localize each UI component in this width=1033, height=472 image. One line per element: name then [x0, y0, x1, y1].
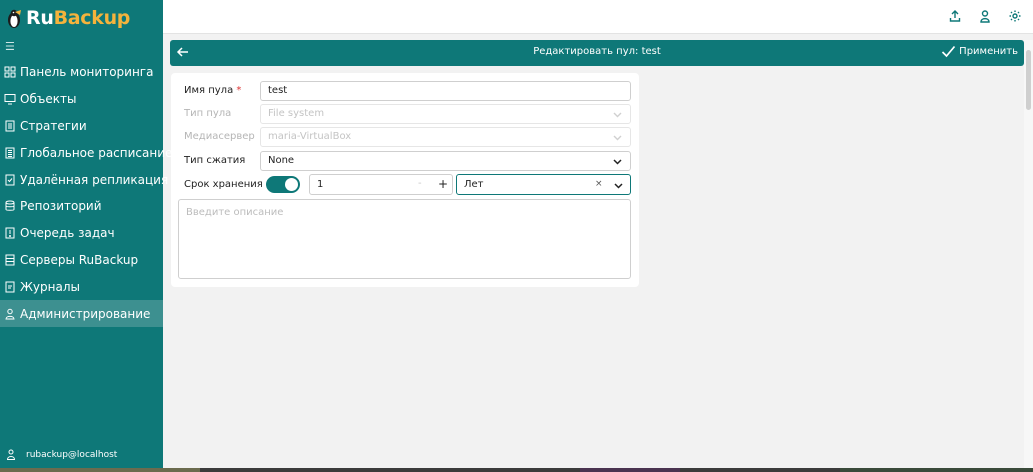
- sidebar-item-label: Администрирование: [20, 306, 151, 321]
- sidebar-item-repository[interactable]: Репозиторий: [0, 193, 163, 220]
- page-title: Редактировать пул: test: [533, 46, 661, 57]
- check-icon: [942, 45, 956, 58]
- toggle-knob: [285, 178, 298, 191]
- retention-toggle[interactable]: [266, 176, 300, 193]
- chevron-down-icon: [613, 112, 622, 118]
- sidebar-item-monitoring[interactable]: Панель мониторинга: [0, 59, 163, 86]
- media-server-select: maria-VirtualBox: [260, 127, 631, 147]
- sidebar-item-task-queue[interactable]: Очередь задач: [0, 220, 163, 247]
- top-header: [163, 0, 1033, 34]
- sidebar-item-label: Глобальное расписание: [20, 145, 173, 160]
- calendar-icon: [4, 147, 16, 159]
- sidebar-item-strategies[interactable]: Стратегии: [0, 113, 163, 140]
- sidebar-item-objects[interactable]: Объекты: [0, 86, 163, 113]
- scrollbar-thumb[interactable]: [1026, 50, 1031, 110]
- apply-label: Применить: [959, 46, 1018, 57]
- taskbar-segment: [840, 468, 1033, 472]
- pool-type-label: Тип пула: [184, 108, 232, 119]
- retention-stepper[interactable]: 1 - +: [309, 174, 453, 195]
- sidebar-item-label: Журналы: [20, 279, 80, 294]
- increment-button[interactable]: +: [438, 177, 448, 191]
- upload-icon[interactable]: [948, 9, 962, 23]
- monitor-icon: [4, 93, 16, 105]
- retention-unit-value: Лет: [464, 179, 484, 190]
- settings-icon[interactable]: [1008, 9, 1022, 23]
- page-scrollbar[interactable]: [1024, 40, 1033, 468]
- sidebar-item-label: Объекты: [20, 92, 77, 107]
- retention-unit-select[interactable]: Лет ×: [456, 174, 631, 195]
- document-icon: [4, 120, 16, 132]
- logo[interactable]: RuBackup: [5, 5, 130, 31]
- task-queue-icon: [4, 227, 16, 239]
- user-icon[interactable]: [978, 9, 992, 23]
- server-icon: [4, 254, 16, 266]
- apply-button[interactable]: Применить: [941, 45, 1018, 58]
- sidebar-nav: Панель мониторинга Объекты Стратегии Гло…: [0, 59, 172, 327]
- database-icon: [4, 200, 16, 212]
- dashboard-icon: [4, 66, 16, 78]
- taskbar-segment: [0, 468, 200, 472]
- sidebar-item-label: Очередь задач: [20, 226, 115, 241]
- current-user[interactable]: rubackup@localhost: [6, 449, 117, 460]
- pool-type-value: File system: [268, 108, 325, 119]
- sidebar-item-label: Стратегии: [20, 118, 87, 133]
- sidebar-item-global-schedule[interactable]: Глобальное расписание: [0, 139, 172, 166]
- chevron-down-icon: [613, 159, 622, 165]
- pool-type-select: File system: [260, 104, 631, 124]
- pool-name-label: Имя пула *: [184, 85, 242, 96]
- compression-select[interactable]: None: [260, 151, 631, 171]
- clear-icon[interactable]: ×: [595, 179, 603, 189]
- logo-text: RuBackup: [26, 7, 131, 29]
- sidebar-item-label: Серверы RuBackup: [20, 252, 139, 267]
- user-admin-icon: [4, 308, 16, 320]
- chevron-down-icon: [613, 135, 622, 141]
- taskbar-segment: [580, 468, 680, 472]
- logo-icon: [8, 9, 21, 28]
- collapse-menu-icon[interactable]: ☰: [5, 40, 15, 53]
- sidebar-item-label: Репозиторий: [20, 199, 102, 214]
- user-icon: [6, 449, 16, 460]
- log-icon: [4, 281, 16, 293]
- media-server-label: Медиасервер: [184, 131, 255, 142]
- retention-value: 1: [317, 179, 324, 190]
- sidebar-item-label: Панель мониторинга: [20, 65, 154, 80]
- pool-name-input[interactable]: test: [260, 81, 631, 101]
- sidebar-item-remote-replication[interactable]: Удалённая репликация: [0, 166, 168, 193]
- sidebar-item-label: Удалённая репликация: [20, 172, 169, 187]
- taskbar-strip: [0, 468, 1033, 472]
- compression-label: Тип сжатия: [184, 155, 246, 166]
- pool-edit-form: Имя пула * test Тип пула File system Мед…: [171, 73, 639, 287]
- sidebar-item-servers[interactable]: Серверы RuBackup: [0, 247, 163, 274]
- sidebar-item-administration[interactable]: Администрирование: [0, 300, 163, 327]
- page-header-bar: Редактировать пул: test Применить: [170, 40, 1024, 66]
- chevron-down-icon[interactable]: [614, 181, 623, 190]
- decrement-button[interactable]: -: [418, 178, 422, 189]
- media-server-value: maria-VirtualBox: [268, 131, 352, 142]
- sidebar: RuBackup ☰ Панель мониторинга Объекты Ст…: [0, 0, 172, 468]
- sidebar-item-logs[interactable]: Журналы: [0, 273, 163, 300]
- retention-label: Срок хранения: [184, 179, 263, 190]
- compression-value: None: [268, 155, 295, 166]
- current-user-label: rubackup@localhost: [26, 449, 118, 460]
- replication-icon: [4, 174, 16, 186]
- description-textarea[interactable]: Введите описание: [178, 199, 631, 279]
- required-mark: *: [236, 85, 242, 96]
